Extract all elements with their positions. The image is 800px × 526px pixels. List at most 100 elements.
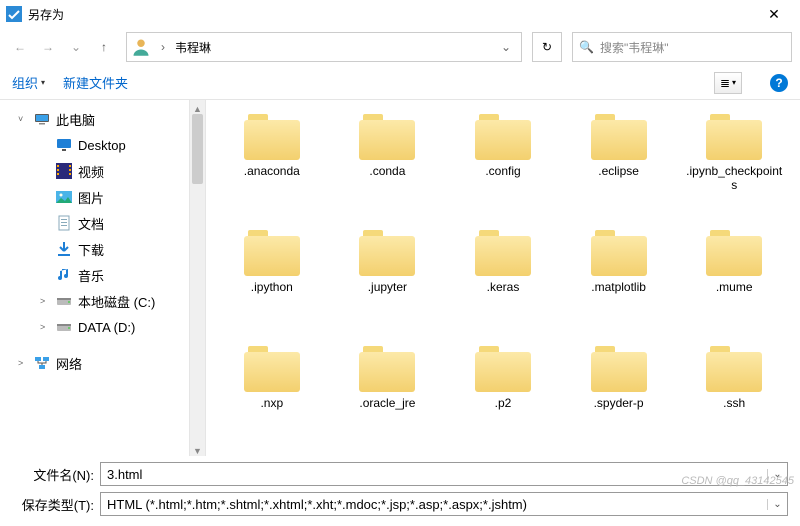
refresh-icon: ↻ [542, 40, 552, 54]
toolbar: 组织 ▾ 新建文件夹 ≣ ▾ ? [0, 66, 800, 100]
tree-item-disk[interactable]: ˃ 本地磁盘 (C:) [0, 288, 189, 314]
folder-label: .nxp [260, 396, 283, 410]
refresh-button[interactable]: ↻ [532, 32, 562, 62]
folder-item[interactable]: .anaconda [216, 114, 328, 226]
file-grid[interactable]: .anaconda .conda .config .eclipse .ipynb_che… [206, 100, 800, 456]
tree-item-label: 文档 [78, 214, 104, 233]
folder-item[interactable]: .ssh [678, 346, 790, 456]
folder-item[interactable]: .nxp [216, 346, 328, 456]
expand-icon[interactable]: ˃ [18, 358, 28, 368]
folder-item[interactable]: .ipython [216, 230, 328, 342]
window-title: 另存为 [28, 6, 64, 23]
tree-item-mus[interactable]: 音乐 [0, 262, 189, 288]
expand-icon[interactable]: ˃ [40, 322, 50, 332]
folder-label: .keras [487, 280, 520, 294]
dialog-body: ˅ 此电脑 Desktop 视频图片文档下载音乐 ˃ 本地磁盘 (C:) ˃ DATA (D:… [0, 100, 800, 456]
breadcrumb-current[interactable]: 韦程琳 [171, 39, 215, 56]
folder-label: .spyder-p [594, 396, 644, 410]
vid-icon [56, 163, 72, 179]
folder-item[interactable]: .oracle_jre [332, 346, 444, 456]
folder-item[interactable]: .matplotlib [563, 230, 675, 342]
folder-icon [591, 230, 647, 276]
folder-label: .mume [716, 280, 753, 294]
tree-item-down[interactable]: 下载 [0, 236, 189, 262]
folder-item[interactable]: .ipynb_checkpoints [678, 114, 790, 226]
tree-item-net[interactable]: ˃ 网络 [0, 350, 189, 376]
search-icon: 🔍 [579, 40, 594, 54]
folder-icon [244, 114, 300, 160]
folder-item[interactable]: .keras [447, 230, 559, 342]
forward-button[interactable]: → [36, 35, 60, 59]
tree-item-pc[interactable]: ˅ 此电脑 [0, 106, 189, 132]
desk-icon [56, 137, 72, 153]
folder-label: .jupyter [368, 280, 407, 294]
folder-item[interactable]: .eclipse [563, 114, 675, 226]
folder-icon [706, 346, 762, 392]
tree-item-label: 本地磁盘 (C:) [78, 292, 155, 311]
folder-icon [359, 346, 415, 392]
tree-item-label: 音乐 [78, 266, 104, 285]
view-icon: ≣ [720, 76, 730, 90]
tree-item-vid[interactable]: 视频 [0, 158, 189, 184]
folder-item[interactable]: .jupyter [332, 230, 444, 342]
folder-icon [475, 346, 531, 392]
filename-field[interactable]: ⌄ [100, 462, 788, 486]
folder-label: .oracle_jre [359, 396, 415, 410]
folder-item[interactable]: .spyder-p [563, 346, 675, 456]
tree-scrollbar[interactable]: ▲ ▼ [190, 100, 206, 456]
address-dropdown-icon[interactable]: ⌄ [495, 40, 517, 54]
folder-tree[interactable]: ˅ 此电脑 Desktop 视频图片文档下载音乐 ˃ 本地磁盘 (C:) ˃ DATA (D:… [0, 100, 190, 456]
close-button[interactable]: ✕ [754, 0, 794, 28]
up-icon: ↑ [101, 40, 107, 54]
view-mode-button[interactable]: ≣ ▾ [714, 72, 742, 94]
back-icon: ← [14, 40, 26, 54]
history-button[interactable]: ⌄ [64, 35, 88, 59]
back-button[interactable]: ← [8, 35, 32, 59]
help-button[interactable]: ? [770, 74, 788, 92]
tree-item-label: Desktop [78, 138, 126, 153]
folder-label: .matplotlib [591, 280, 646, 294]
search-input[interactable]: 🔍 搜索"韦程琳" [572, 32, 792, 62]
close-icon: ✕ [768, 6, 780, 23]
filetype-dropdown-icon[interactable]: ⌄ [767, 499, 787, 510]
folder-icon [244, 230, 300, 276]
expand-icon[interactable]: ˅ [18, 114, 28, 124]
folder-item[interactable]: .conda [332, 114, 444, 226]
folder-label: .eclipse [598, 164, 639, 178]
tree-item-doc[interactable]: 文档 [0, 210, 189, 236]
mus-icon [56, 267, 72, 283]
filename-dropdown-icon[interactable]: ⌄ [767, 469, 787, 480]
up-button[interactable]: ↑ [92, 35, 116, 59]
crumb-separator: › [155, 40, 171, 54]
tree-item-label: 此电脑 [56, 110, 95, 129]
filetype-label: 保存类型(T): [12, 495, 100, 514]
tree-item-label: 网络 [56, 354, 82, 373]
folder-item[interactable]: .config [447, 114, 559, 226]
folder-icon [706, 114, 762, 160]
scrollbar-thumb[interactable] [192, 114, 203, 184]
tree-item-label: DATA (D:) [78, 320, 135, 335]
titlebar: 另存为 ✕ [0, 0, 800, 28]
folder-label: .conda [369, 164, 405, 178]
organize-button[interactable]: 组织 ▾ [12, 73, 45, 92]
folder-item[interactable]: .mume [678, 230, 790, 342]
folder-icon [359, 230, 415, 276]
filetype-input[interactable] [101, 497, 767, 512]
folder-item[interactable]: .p2 [447, 346, 559, 456]
new-folder-button[interactable]: 新建文件夹 [63, 73, 128, 92]
tree-item-disk[interactable]: ˃ DATA (D:) [0, 314, 189, 340]
filetype-field[interactable]: ⌄ [100, 492, 788, 516]
tree-item-label: 视频 [78, 162, 104, 181]
net-icon [34, 355, 50, 371]
tree-item-desk[interactable]: Desktop [0, 132, 189, 158]
app-icon [6, 6, 22, 22]
tree-item-pic[interactable]: 图片 [0, 184, 189, 210]
organize-dropdown-icon: ▾ [41, 78, 45, 87]
address-bar[interactable]: › 韦程琳 ⌄ [126, 32, 522, 62]
tree-item-label: 下载 [78, 240, 104, 259]
down-icon [56, 241, 72, 257]
expand-icon[interactable]: ˃ [40, 296, 50, 306]
view-dropdown-icon: ▾ [732, 78, 736, 87]
filename-input[interactable] [101, 467, 767, 482]
search-placeholder: 搜索"韦程琳" [600, 39, 669, 56]
